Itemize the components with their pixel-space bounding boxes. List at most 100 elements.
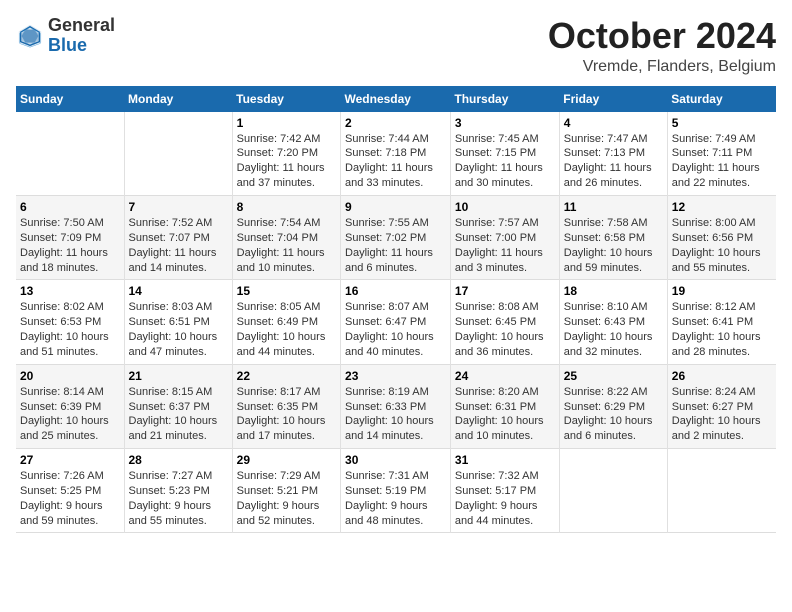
day-info: Sunrise: 7:54 AMSunset: 7:04 PMDaylight:…: [237, 217, 325, 274]
day-info: Sunrise: 8:10 AMSunset: 6:43 PMDaylight:…: [564, 301, 653, 358]
day-number: 9: [345, 200, 446, 214]
day-info: Sunrise: 8:02 AMSunset: 6:53 PMDaylight:…: [20, 301, 109, 358]
day-number: 15: [237, 284, 336, 298]
day-number: 25: [564, 369, 663, 383]
calendar-table: SundayMondayTuesdayWednesdayThursdayFrid…: [16, 86, 776, 534]
day-number: 18: [564, 284, 663, 298]
day-number: 19: [672, 284, 772, 298]
day-info: Sunrise: 8:19 AMSunset: 6:33 PMDaylight:…: [345, 386, 434, 443]
day-info: Sunrise: 8:20 AMSunset: 6:31 PMDaylight:…: [455, 386, 544, 443]
calendar-cell: 7 Sunrise: 7:52 AMSunset: 7:07 PMDaylight…: [124, 195, 232, 279]
calendar-cell: 27 Sunrise: 7:26 AMSunset: 5:25 PMDayligh…: [16, 449, 124, 533]
day-info: Sunrise: 7:29 AMSunset: 5:21 PMDaylight:…: [237, 470, 321, 527]
day-number: 8: [237, 200, 336, 214]
week-row: 1Sunrise: 7:42 AMSunset: 7:20 PMDaylight…: [16, 112, 776, 196]
day-number: 16: [345, 284, 446, 298]
week-row: 27 Sunrise: 7:26 AMSunset: 5:25 PMDayligh…: [16, 449, 776, 533]
week-row: 20 Sunrise: 8:14 AMSunset: 6:39 PMDayligh…: [16, 364, 776, 448]
day-info: Sunrise: 7:32 AMSunset: 5:17 PMDaylight:…: [455, 470, 539, 527]
day-info: Sunrise: 8:24 AMSunset: 6:27 PMDaylight:…: [672, 386, 761, 443]
day-number: 24: [455, 369, 555, 383]
weekday-header: Sunday: [16, 86, 124, 112]
logo-icon: [16, 22, 44, 50]
day-number: 22: [237, 369, 336, 383]
calendar-cell: 1Sunrise: 7:42 AMSunset: 7:20 PMDaylight…: [232, 112, 340, 196]
day-info: Sunrise: 7:49 AMSunset: 7:11 PMDaylight:…: [672, 133, 760, 190]
day-number: 20: [20, 369, 120, 383]
calendar-cell: [16, 112, 124, 196]
day-info: Sunrise: 8:00 AMSunset: 6:56 PMDaylight:…: [672, 217, 761, 274]
month-year: October 2024: [548, 16, 776, 56]
day-number: 2: [345, 116, 446, 130]
calendar-cell: 15 Sunrise: 8:05 AMSunset: 6:49 PMDayligh…: [232, 280, 340, 364]
day-number: 17: [455, 284, 555, 298]
calendar-cell: 6Sunrise: 7:50 AMSunset: 7:09 PMDaylight…: [16, 195, 124, 279]
calendar-cell: [667, 449, 776, 533]
day-number: 7: [129, 200, 228, 214]
calendar-cell: 13 Sunrise: 8:02 AMSunset: 6:53 PMDayligh…: [16, 280, 124, 364]
weekday-header: Monday: [124, 86, 232, 112]
day-info: Sunrise: 7:31 AMSunset: 5:19 PMDaylight:…: [345, 470, 429, 527]
calendar-cell: 30 Sunrise: 7:31 AMSunset: 5:19 PMDayligh…: [341, 449, 451, 533]
calendar-cell: 9 Sunrise: 7:55 AMSunset: 7:02 PMDaylight…: [341, 195, 451, 279]
day-number: 27: [20, 453, 120, 467]
day-number: 11: [564, 200, 663, 214]
day-info: Sunrise: 8:08 AMSunset: 6:45 PMDaylight:…: [455, 301, 544, 358]
calendar-cell: 14 Sunrise: 8:03 AMSunset: 6:51 PMDayligh…: [124, 280, 232, 364]
logo-blue: Blue: [48, 35, 87, 55]
day-info: Sunrise: 7:27 AMSunset: 5:23 PMDaylight:…: [129, 470, 213, 527]
calendar-cell: 10 Sunrise: 7:57 AMSunset: 7:00 PMDayligh…: [450, 195, 559, 279]
weekday-header: Wednesday: [341, 86, 451, 112]
calendar-cell: 28Sunrise: 7:27 AMSunset: 5:23 PMDayligh…: [124, 449, 232, 533]
day-info: Sunrise: 7:52 AMSunset: 7:07 PMDaylight:…: [129, 217, 217, 274]
calendar-cell: [559, 449, 667, 533]
calendar-cell: 2 Sunrise: 7:44 AMSunset: 7:18 PMDaylight…: [341, 112, 451, 196]
weekday-header-row: SundayMondayTuesdayWednesdayThursdayFrid…: [16, 86, 776, 112]
day-number: 13: [20, 284, 120, 298]
day-info: Sunrise: 7:26 AMSunset: 5:25 PMDaylight:…: [20, 470, 104, 527]
calendar-cell: 21 Sunrise: 8:15 AMSunset: 6:37 PMDayligh…: [124, 364, 232, 448]
calendar-cell: 29 Sunrise: 7:29 AMSunset: 5:21 PMDayligh…: [232, 449, 340, 533]
day-info: Sunrise: 8:14 AMSunset: 6:39 PMDaylight:…: [20, 386, 109, 443]
day-info: Sunrise: 7:55 AMSunset: 7:02 PMDaylight:…: [345, 217, 433, 274]
day-number: 10: [455, 200, 555, 214]
day-number: 4: [564, 116, 663, 130]
calendar-cell: 17 Sunrise: 8:08 AMSunset: 6:45 PMDayligh…: [450, 280, 559, 364]
calendar-cell: 8 Sunrise: 7:54 AMSunset: 7:04 PMDaylight…: [232, 195, 340, 279]
calendar-cell: 22 Sunrise: 8:17 AMSunset: 6:35 PMDayligh…: [232, 364, 340, 448]
calendar-cell: [124, 112, 232, 196]
calendar-cell: 26 Sunrise: 8:24 AMSunset: 6:27 PMDayligh…: [667, 364, 776, 448]
day-number: 21: [129, 369, 228, 383]
calendar-cell: 3Sunrise: 7:45 AMSunset: 7:15 PMDaylight…: [450, 112, 559, 196]
day-number: 26: [672, 369, 772, 383]
day-info: Sunrise: 8:03 AMSunset: 6:51 PMDaylight:…: [129, 301, 218, 358]
day-info: Sunrise: 8:07 AMSunset: 6:47 PMDaylight:…: [345, 301, 434, 358]
day-number: 30: [345, 453, 446, 467]
calendar-cell: 23Sunrise: 8:19 AMSunset: 6:33 PMDayligh…: [341, 364, 451, 448]
day-info: Sunrise: 8:17 AMSunset: 6:35 PMDaylight:…: [237, 386, 326, 443]
day-number: 6: [20, 200, 120, 214]
logo-general: General: [48, 15, 115, 35]
calendar-cell: 24 Sunrise: 8:20 AMSunset: 6:31 PMDayligh…: [450, 364, 559, 448]
day-info: Sunrise: 8:12 AMSunset: 6:41 PMDaylight:…: [672, 301, 761, 358]
day-number: 29: [237, 453, 336, 467]
day-info: Sunrise: 7:58 AMSunset: 6:58 PMDaylight:…: [564, 217, 653, 274]
page-header: General Blue October 2024 Vremde, Flande…: [16, 16, 776, 76]
calendar-cell: 16 Sunrise: 8:07 AMSunset: 6:47 PMDayligh…: [341, 280, 451, 364]
day-info: Sunrise: 7:47 AMSunset: 7:13 PMDaylight:…: [564, 133, 652, 190]
day-number: 3: [455, 116, 555, 130]
day-info: Sunrise: 7:57 AMSunset: 7:00 PMDaylight:…: [455, 217, 543, 274]
day-number: 31: [455, 453, 555, 467]
calendar-cell: 20 Sunrise: 8:14 AMSunset: 6:39 PMDayligh…: [16, 364, 124, 448]
location: Vremde, Flanders, Belgium: [548, 58, 776, 76]
day-info: Sunrise: 8:05 AMSunset: 6:49 PMDaylight:…: [237, 301, 326, 358]
title-area: October 2024 Vremde, Flanders, Belgium: [548, 16, 776, 76]
day-info: Sunrise: 7:44 AMSunset: 7:18 PMDaylight:…: [345, 133, 433, 190]
calendar-cell: 11 Sunrise: 7:58 AMSunset: 6:58 PMDayligh…: [559, 195, 667, 279]
calendar-cell: 18 Sunrise: 8:10 AMSunset: 6:43 PMDayligh…: [559, 280, 667, 364]
day-info: Sunrise: 8:15 AMSunset: 6:37 PMDaylight:…: [129, 386, 218, 443]
week-row: 6Sunrise: 7:50 AMSunset: 7:09 PMDaylight…: [16, 195, 776, 279]
day-number: 14: [129, 284, 228, 298]
calendar-cell: 12Sunrise: 8:00 AMSunset: 6:56 PMDayligh…: [667, 195, 776, 279]
day-number: 5: [672, 116, 772, 130]
